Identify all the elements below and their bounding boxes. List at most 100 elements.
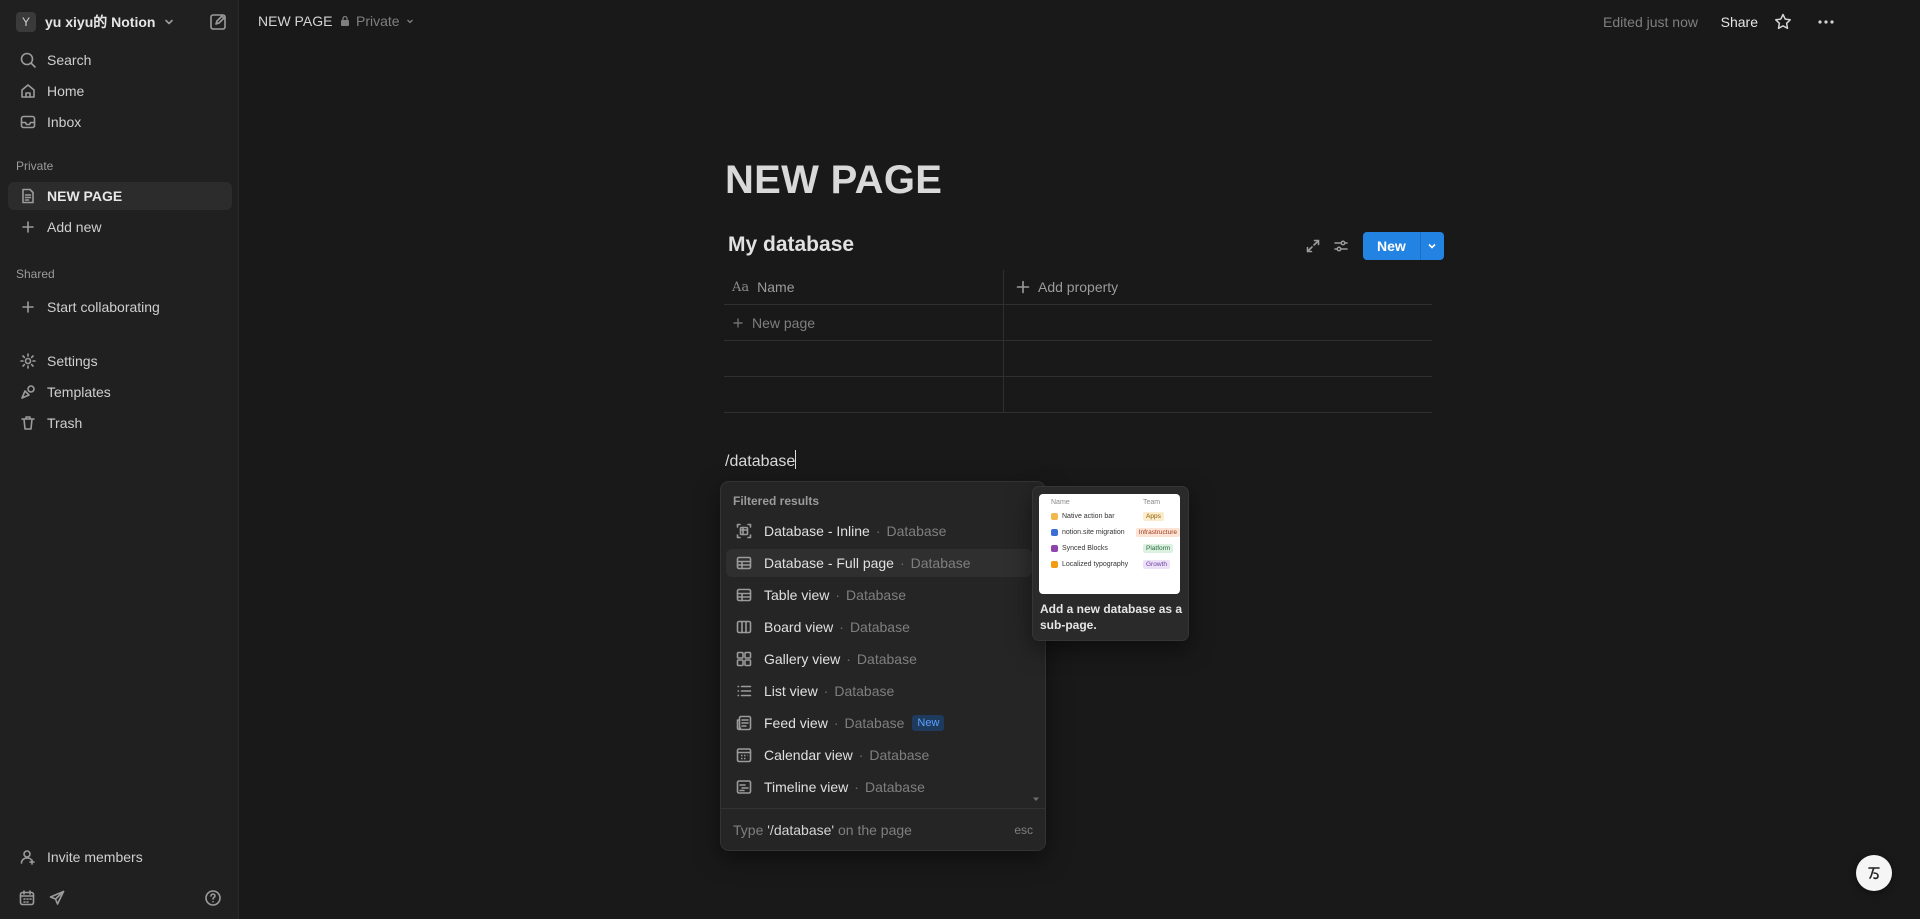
preview-row: Synced Blocks Platform <box>1039 540 1180 556</box>
notion-ai-button[interactable] <box>1856 855 1892 891</box>
new-page-compose-icon[interactable] <box>208 12 228 32</box>
privacy-selector[interactable]: Private <box>339 13 415 29</box>
share-button[interactable]: Share <box>1721 14 1758 30</box>
menu-item-name: Calendar view <box>764 747 853 763</box>
menu-item-category: Database <box>910 555 971 571</box>
sidebar-item-templates[interactable]: Templates <box>8 378 232 406</box>
feed-icon <box>734 714 754 732</box>
table-cell[interactable] <box>724 377 1004 412</box>
privacy-label: Private <box>356 13 400 29</box>
menu-item-name: Board view <box>764 619 834 635</box>
footer-prefix: Type <box>733 821 764 838</box>
preview-row: Localized typography Growth <box>1039 556 1180 572</box>
expand-icon[interactable] <box>1305 238 1321 254</box>
menu-item-name: Timeline view <box>764 779 849 795</box>
chevron-down-icon <box>405 16 415 26</box>
table-icon <box>734 586 754 604</box>
menu-item-timeline-view[interactable]: Timeline view · Database <box>726 773 1032 801</box>
name-column-header[interactable]: Aa Name <box>724 270 1004 304</box>
sidebar-item-label: Trash <box>47 415 83 431</box>
preview-header: Name Team <box>1039 494 1180 508</box>
preview-row: notion.site migration Infrastructure <box>1039 524 1180 540</box>
topbar: NEW PAGE Private Edited just now Share <box>240 0 1920 44</box>
preview-row-name: notion.site migration <box>1051 528 1136 536</box>
table-cell[interactable] <box>1004 377 1432 412</box>
more-options-icon[interactable] <box>1816 12 1836 32</box>
help-icon[interactable] <box>204 889 222 907</box>
menu-item-database-inline[interactable]: Database - Inline · Database <box>726 517 1032 545</box>
add-user-icon <box>18 848 38 866</box>
preview-caption: Add a new database as a sub-page. <box>1040 602 1183 632</box>
esc-hint[interactable]: esc <box>1014 823 1033 837</box>
scroll-down-icon[interactable] <box>1031 794 1041 804</box>
database-title[interactable]: My database <box>728 233 854 257</box>
menu-item-category: Database <box>846 587 906 603</box>
gear-icon <box>18 352 38 370</box>
preview-image: Name Team Native action bar Apps notion.si… <box>1039 494 1180 594</box>
preview-tag: Infrastructure <box>1135 527 1180 537</box>
preview-row-name: Native action bar <box>1051 512 1143 520</box>
sidebar-item-start-collaborating[interactable]: Start collaborating <box>8 293 232 321</box>
page-title[interactable]: NEW PAGE <box>725 158 942 203</box>
preview-row-label: notion.site migration <box>1062 528 1125 536</box>
menu-item-name: Database - Inline <box>764 523 870 539</box>
preview-row: Native action bar Apps <box>1039 508 1180 524</box>
table-cell[interactable] <box>724 341 1004 376</box>
sidebar-item-label: Search <box>47 52 92 68</box>
sidebar-item-inbox[interactable]: Inbox <box>8 108 232 136</box>
menu-item-list-view[interactable]: List view · Database <box>726 677 1032 705</box>
preview-header-team: Team <box>1143 499 1161 506</box>
menu-item-board-view[interactable]: Board view · Database <box>726 613 1032 641</box>
menu-item-calendar-view[interactable]: Calendar view · Database <box>726 741 1032 769</box>
preview-row-name: Localized typography <box>1051 560 1143 568</box>
database-inline-icon <box>734 522 754 540</box>
new-page-button[interactable]: New page <box>724 305 1004 340</box>
add-property-button[interactable]: Add property <box>1004 270 1432 304</box>
chevron-down-icon[interactable] <box>1419 232 1444 260</box>
plus-icon <box>18 300 38 314</box>
send-icon[interactable] <box>48 889 66 907</box>
filter-settings-icon[interactable] <box>1333 238 1349 254</box>
menu-footer: Type '/database' on the page esc <box>721 808 1045 850</box>
breadcrumb[interactable]: NEW PAGE <box>258 13 332 29</box>
table-cell[interactable] <box>1004 305 1432 340</box>
preview-row-icon <box>1051 560 1058 568</box>
sidebar-item-trash[interactable]: Trash <box>8 409 232 437</box>
slash-command-input[interactable]: /database <box>725 450 797 471</box>
menu-item-feed-view[interactable]: Feed view · Database New <box>726 709 1032 737</box>
menu-item-category: Database <box>864 779 925 795</box>
lock-icon <box>339 15 351 27</box>
menu-item-database-full-page[interactable]: Database - Full page · Database <box>726 549 1032 577</box>
preview-row-icon <box>1051 528 1058 536</box>
invite-members-button[interactable]: Invite members <box>8 843 232 871</box>
calendar-app-icon[interactable] <box>18 889 36 907</box>
new-button-label[interactable]: New <box>1363 232 1420 260</box>
sidebar-item-settings[interactable]: Settings <box>8 347 232 375</box>
sidebar-item-new-page[interactable]: NEW PAGE <box>8 182 232 210</box>
star-icon[interactable] <box>1773 12 1793 32</box>
sidebar-item-search[interactable]: Search <box>8 46 232 74</box>
menu-item-gallery-view[interactable]: Gallery view · Database <box>726 645 1032 673</box>
workspace-switcher[interactable]: Y yu xiyu的 Notion <box>8 9 232 35</box>
chevron-down-icon <box>163 16 175 28</box>
menu-item-table-view[interactable]: Table view · Database <box>726 581 1032 609</box>
text-property-icon: Aa <box>732 279 750 295</box>
new-button[interactable]: New <box>1363 232 1444 260</box>
table-cell[interactable] <box>1004 341 1432 376</box>
menu-item-name: Database - Full page <box>764 555 894 571</box>
sidebar-item-label: Inbox <box>47 114 82 130</box>
preview-row-icon <box>1051 544 1058 552</box>
preview-tag: Apps <box>1143 511 1164 521</box>
column-label: Name <box>757 279 795 295</box>
section-label-private: Private <box>16 159 54 173</box>
sidebar-item-label: Add new <box>47 219 102 235</box>
sidebar-item-home[interactable]: Home <box>8 77 232 105</box>
list-icon <box>734 682 754 700</box>
menu-item-name: Table view <box>764 587 830 603</box>
plus-icon <box>18 220 38 234</box>
sidebar-item-add-new[interactable]: Add new <box>8 213 232 241</box>
invite-members-label: Invite members <box>47 849 143 865</box>
board-icon <box>734 618 754 636</box>
menu-item-name: Gallery view <box>764 651 841 667</box>
preview-row-name: Synced Blocks <box>1051 544 1143 552</box>
